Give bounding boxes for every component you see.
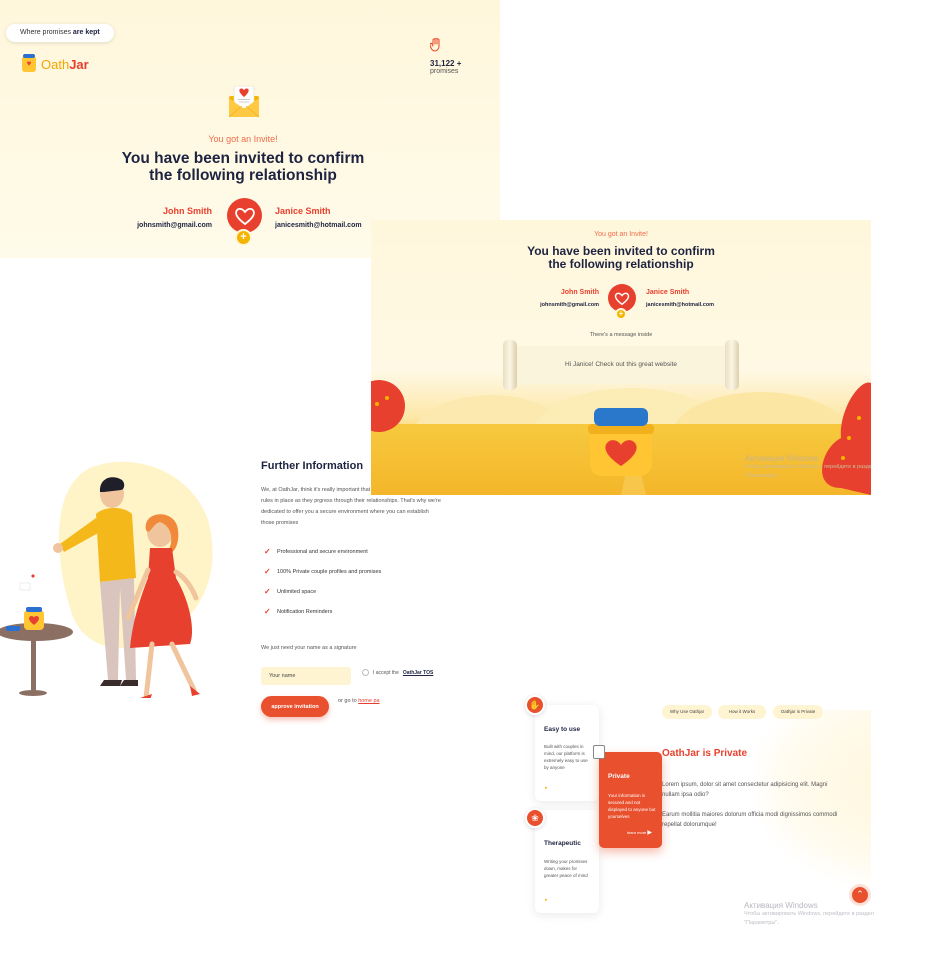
jar-icon [588,408,654,476]
play-icon: ▶ [647,830,652,836]
tagline-bold: are kept [72,29,100,36]
plus-icon: + [615,308,627,320]
invite-title: You have been invited to confirm the fol… [0,150,486,184]
person1-name: John Smith [560,289,599,296]
goto-home: or go to home pa [338,698,380,704]
tos-checkbox[interactable] [362,669,369,676]
check-icon: ✓ [264,547,271,556]
goto-prefix: or go to [338,698,359,704]
card-text: Your information is secured and not disp… [608,793,656,819]
invite-label: You got an Invite! [594,231,648,238]
lotus-icon: ❀ [525,808,545,828]
person2-email: janicesmith@hotmail.com [646,302,715,308]
learn-more-link[interactable]: learn more ▶ [627,829,652,836]
name-input[interactable] [261,667,351,685]
home-page-link[interactable]: home pa [358,698,379,704]
jar-logo-icon [22,54,36,72]
person1-name: John Smith [163,206,212,216]
check-icon: ✓ [264,587,271,596]
feature-item: ✓ Notification Reminders [264,607,333,616]
private-section-title: OathJar is Private [662,748,748,759]
tagline-badge: Where promises are kept [6,24,114,42]
feature-item: ✓ Unlimited space [264,587,317,596]
feature-label: Notification Reminders [277,608,333,615]
feature-label: Professional and secure environment [277,548,368,555]
check-icon: ✓ [264,567,271,576]
watermark-title: Активация Windows [744,901,818,910]
message-intro: There's a message inside [589,332,653,338]
person2-name: Janice Smith [275,206,331,216]
further-info-title: Further Information [261,460,364,472]
signature-label: We just need your name as a signature [261,645,357,651]
tos-prefix: I accept the [373,669,399,676]
tos-checkbox-row[interactable]: I accept the OathJar TOS [362,669,433,676]
arrow-icon: ▸ [545,897,548,903]
tab-private[interactable]: Oathjar is Private [773,705,823,719]
counter-value: 31,122 + [430,59,462,68]
card-text: Built with couples in mind, our platform… [544,744,588,770]
handshake-icon: ✋ [525,695,545,715]
message-panel: You got an Invite! You have been invited… [371,220,871,495]
approve-invitation-button[interactable]: approve invitation [261,696,329,717]
feature-label: Unlimited space [277,588,317,595]
feature-card-therapeutic[interactable]: Therapeutic Writing your promises down, … [535,810,599,913]
logo-text: OathJar [41,57,89,72]
promise-counter: 31,122 + promises [429,37,474,75]
counter-label: promises [430,68,459,75]
message-text: Hi Janice! Check out this great website [565,361,677,368]
couple-illustration [0,448,230,701]
windows-activation-watermark: Активация Windows Чтобы активировать Win… [745,454,871,481]
document-icon [593,745,605,759]
watermark-text: Чтобы активировать Windows, перейдите в … [744,911,874,926]
logo-text-oath: Oath [41,56,70,72]
card-title: Therapeutic [544,840,581,847]
plus-icon: + [235,229,252,246]
invite-title: You have been invited to confirm the fol… [371,245,871,271]
feature-card-private[interactable]: Private Your information is secured and … [599,752,662,848]
tab-how-it-works[interactable]: How it Works [718,705,766,719]
invite-title-line2: the following relationship [149,167,337,184]
person2-name: Janice Smith [646,289,690,296]
feature-label: 100% Private couple profiles and promise… [277,568,382,575]
invite-title-line2: the following relationship [548,257,694,271]
features-background [755,710,871,890]
feature-item: ✓ 100% Private couple profiles and promis… [264,567,382,576]
hand-icon [429,37,442,55]
logo-text-jar: Jar [69,56,89,72]
tagline-text: Where promises [20,29,73,36]
features-panel: Why Use Oathjar How it Works Oathjar is … [515,690,871,930]
person1-email: johnsmith@gmail.com [540,302,599,308]
private-paragraph-1: Lorem ipsum, dolor sit amet consectetur … [662,782,828,798]
card-title: Easy to use [544,726,581,733]
feature-card-easy[interactable]: Easy to use Built with couples in mind, … [535,705,599,801]
private-paragraph-2: Earum mollitia maiores dolorum officia m… [662,812,838,828]
message-scroll: Hi Janice! Check out this great website [503,340,739,390]
check-icon: ✓ [264,607,271,616]
invite-title-line1: You have been invited to confirm [121,150,365,167]
card-title: Private [608,773,630,780]
watermark-title: Активация Windows [745,454,819,463]
learn-more-label: learn more [627,830,647,835]
card-text: Writing your promises down, makes for gr… [544,859,588,878]
arrow-icon: ▸ [545,785,548,791]
tos-link[interactable]: OathJar TOS [403,670,433,676]
heart-icon [227,198,262,233]
watermark-text: Чтобы активировать Windows, перейдите в … [745,464,871,479]
person1-email: johnsmith@gmail.com [137,222,212,229]
windows-activation-watermark: Активация Windows Чтобы активировать Win… [744,901,874,928]
person2-email: janicesmith@hotmail.com [275,222,362,229]
tab-why-use[interactable]: Why Use Oathjar [662,705,712,719]
invite-label: You got an Invite! [208,134,278,144]
feature-item: ✓ Professional and secure environment [264,547,368,556]
oathjar-logo[interactable]: OathJar [22,54,89,73]
envelope-icon [228,84,260,118]
